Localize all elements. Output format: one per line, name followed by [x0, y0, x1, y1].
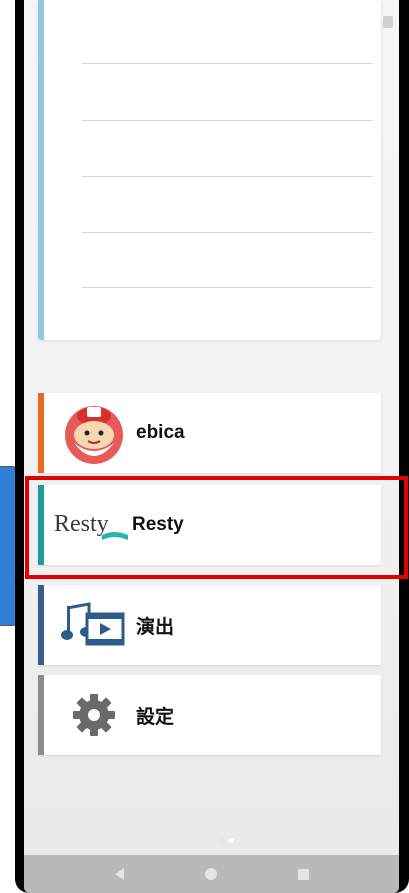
resty-logo-icon: Resty [52, 489, 130, 561]
recent-apps-icon[interactable] [297, 868, 309, 880]
navigation-bar [24, 855, 399, 893]
note-line [82, 287, 372, 288]
menu-item-label: 設定 [136, 706, 175, 728]
menu-item-label: Resty [132, 514, 184, 535]
resty-logo-text: Resty [54, 511, 109, 537]
ebica-logo-icon [58, 397, 130, 469]
note-line [82, 63, 372, 64]
home-icon[interactable] [204, 868, 217, 880]
menu-item-ensyutsu[interactable]: 演出 [38, 585, 381, 665]
gear-icon [58, 679, 130, 751]
note-line [82, 120, 372, 121]
status-indicator-icon [383, 16, 393, 28]
note-line [82, 232, 372, 233]
menu-item-label: 演出 [136, 616, 175, 638]
menu-item-label: ebica [136, 422, 185, 443]
note-line [82, 176, 372, 177]
page-dot [220, 838, 225, 843]
phone-frame: iS [15, 0, 409, 893]
side-tab[interactable] [0, 466, 16, 626]
menu-item-ebica[interactable]: ebica [38, 393, 381, 473]
notes-card[interactable] [38, 0, 381, 340]
page-indicator [220, 838, 234, 843]
menu-item-resty[interactable]: Resty Resty [38, 485, 381, 565]
music-video-icon [58, 589, 130, 661]
page-dot-active [229, 838, 234, 843]
back-icon[interactable] [114, 868, 124, 880]
menu-item-settings[interactable]: 設定 [38, 675, 381, 755]
app-screen: iS [24, 0, 399, 893]
